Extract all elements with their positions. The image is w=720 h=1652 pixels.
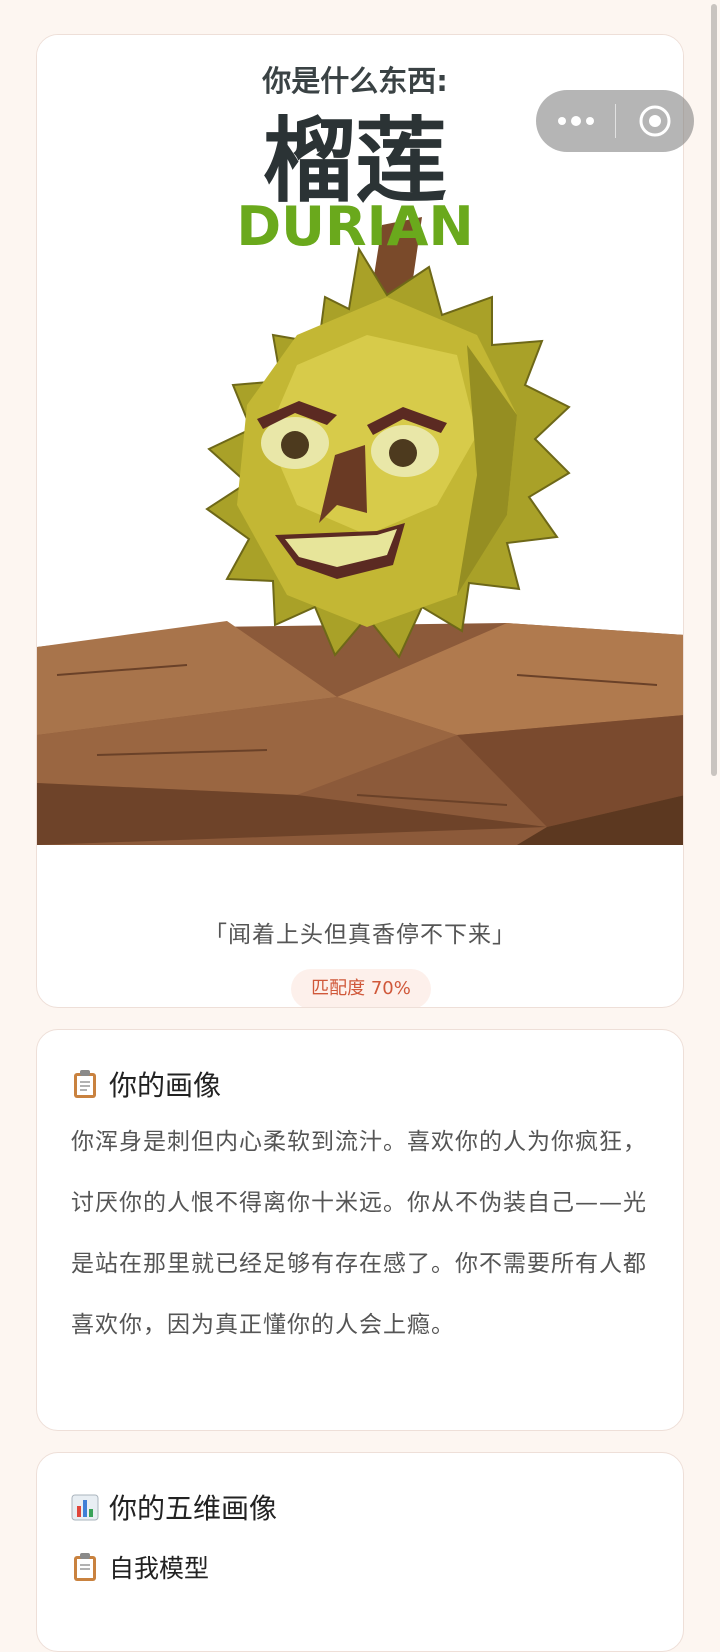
miniprogram-capsule: [536, 90, 694, 152]
self-model-title: 自我模型: [109, 1554, 210, 1583]
durian-illustration: 你是什么东西: 榴莲 DURIAN: [37, 35, 683, 845]
clipboard-icon: [71, 1069, 99, 1099]
five-dim-header: 你的五维画像: [71, 1487, 277, 1527]
clipboard-icon: [71, 1552, 99, 1582]
title-en: DURIAN: [236, 195, 473, 258]
scrollbar[interactable]: [711, 4, 717, 776]
five-dim-title: 你的五维画像: [109, 1492, 278, 1525]
portrait-text: 你浑身是刺但内心柔软到流汁。喜欢你的人为你疯狂，讨厌你的人恨不得离你十米远。你从…: [71, 1129, 647, 1338]
title-prefix: 你是什么东西:: [261, 64, 448, 98]
result-card: 你是什么东西: 榴莲 DURIAN 「闻着上头但真香停不下来」 匹配度 70%: [36, 34, 684, 1008]
portrait-header: 你的画像: [71, 1064, 221, 1104]
result-quote: 「闻着上头但真香停不下来」: [204, 922, 516, 948]
target-close-icon[interactable]: [638, 104, 672, 138]
more-dots-icon[interactable]: [556, 112, 596, 130]
portrait-card: 你的画像 你浑身是刺但内心柔软到流汁。喜欢你的人为你疯狂，讨厌你的人恨不得离你十…: [36, 1029, 684, 1431]
five-dim-card: 你的五维画像 自我模型: [36, 1452, 684, 1652]
portrait-title: 你的画像: [109, 1069, 222, 1102]
self-model-header: 自我模型: [71, 1549, 209, 1585]
capsule-divider: [615, 104, 616, 138]
bar-chart-icon: [71, 1492, 99, 1522]
match-badge: 匹配度 70%: [291, 969, 431, 1007]
